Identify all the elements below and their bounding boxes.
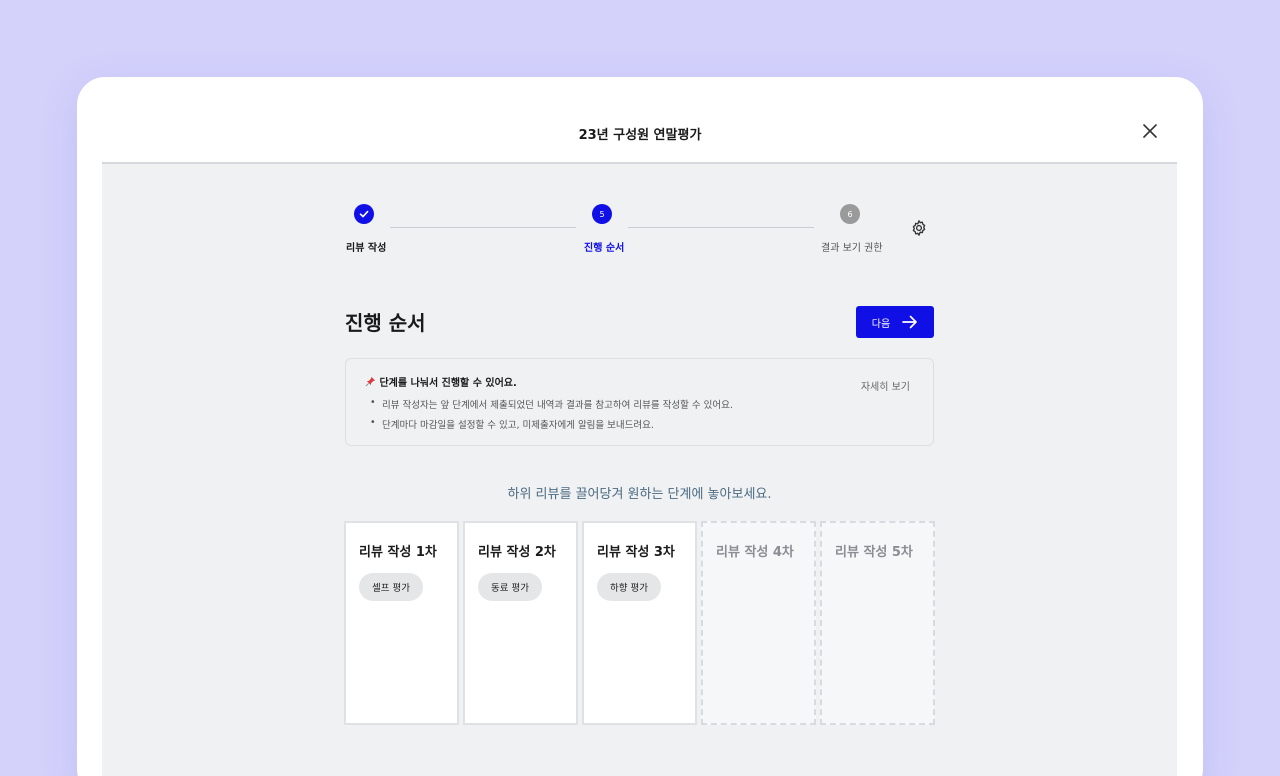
step-label-order[interactable]: 진행 순서 <box>584 239 624 254</box>
info-bullet-1: 리뷰 작성자는 앞 단계에서 제출되었던 내역과 결과를 참고하여 리뷰를 작성… <box>370 397 733 411</box>
info-bullet-2: 단계마다 마감일을 설정할 수 있고, 미제출자에게 알림을 보내드려요. <box>370 417 654 431</box>
review-chip-self[interactable]: 셀프 평가 <box>359 573 423 601</box>
info-bullet-text: 단계마다 마감일을 설정할 수 있고, 미제출자에게 알림을 보내드려요. <box>382 420 654 431</box>
info-heading: 단계를 나눠서 진행할 수 있어요. <box>365 374 517 389</box>
info-box: 단계를 나눠서 진행할 수 있어요. 자세히 보기 리뷰 작성자는 앞 단계에서… <box>345 358 934 446</box>
close-icon[interactable] <box>1142 123 1158 139</box>
stage-card-title: 리뷰 작성 4차 <box>716 545 794 560</box>
stage-card-title: 리뷰 작성 2차 <box>478 545 556 560</box>
arrow-right-icon <box>902 315 918 329</box>
stage-card-3[interactable]: 리뷰 작성 3차 하향 평가 <box>582 521 697 725</box>
stage-card-5[interactable]: 리뷰 작성 5차 <box>820 521 935 725</box>
stage-card-title: 리뷰 작성 1차 <box>359 545 437 560</box>
drag-hint: 하위 리뷰를 끌어당겨 원하는 단계에 놓아보세요. <box>507 487 772 502</box>
stage-card-1[interactable]: 리뷰 작성 1차 셀프 평가 <box>344 521 459 725</box>
stage-card-4[interactable]: 리뷰 작성 4차 <box>701 521 816 725</box>
review-chip-downward[interactable]: 하향 평가 <box>597 573 661 601</box>
content-panel: 리뷰 작성 5 진행 순서 6 결과 보기 권한 진행 순서 다음 단계를 나눠… <box>102 162 1177 776</box>
evaluation-window: 23년 구성원 연말평가 리뷰 작성 5 진행 순서 6 결과 보기 권한 진행… <box>77 77 1203 776</box>
review-chip-peer[interactable]: 동료 평가 <box>478 573 542 601</box>
step-done-check-icon[interactable] <box>354 204 374 224</box>
step-connector <box>390 227 576 228</box>
window-title: 23년 구성원 연말평가 <box>578 128 702 143</box>
info-heading-text: 단계를 나눠서 진행할 수 있어요. <box>379 378 517 389</box>
stage-card-title: 리뷰 작성 3차 <box>597 545 675 560</box>
step-connector <box>628 227 814 228</box>
detail-link[interactable]: 자세히 보기 <box>861 378 910 393</box>
info-bullet-text: 리뷰 작성자는 앞 단계에서 제출되었던 내역과 결과를 참고하여 리뷰를 작성… <box>382 400 733 411</box>
stage-card-title: 리뷰 작성 5차 <box>835 545 913 560</box>
next-button[interactable]: 다음 <box>856 306 934 338</box>
step-number-current[interactable]: 5 <box>592 204 612 224</box>
step-label-review[interactable]: 리뷰 작성 <box>346 239 386 254</box>
step-label-result-permission[interactable]: 결과 보기 권한 <box>821 239 883 254</box>
pin-icon <box>365 376 376 387</box>
step-number-upcoming[interactable]: 6 <box>840 204 860 224</box>
gear-icon[interactable] <box>910 219 928 237</box>
page-title: 진행 순서 <box>345 311 426 335</box>
next-button-label: 다음 <box>871 318 891 330</box>
stage-card-2[interactable]: 리뷰 작성 2차 동료 평가 <box>463 521 578 725</box>
stepper: 리뷰 작성 5 진행 순서 6 결과 보기 권한 <box>102 164 1177 264</box>
